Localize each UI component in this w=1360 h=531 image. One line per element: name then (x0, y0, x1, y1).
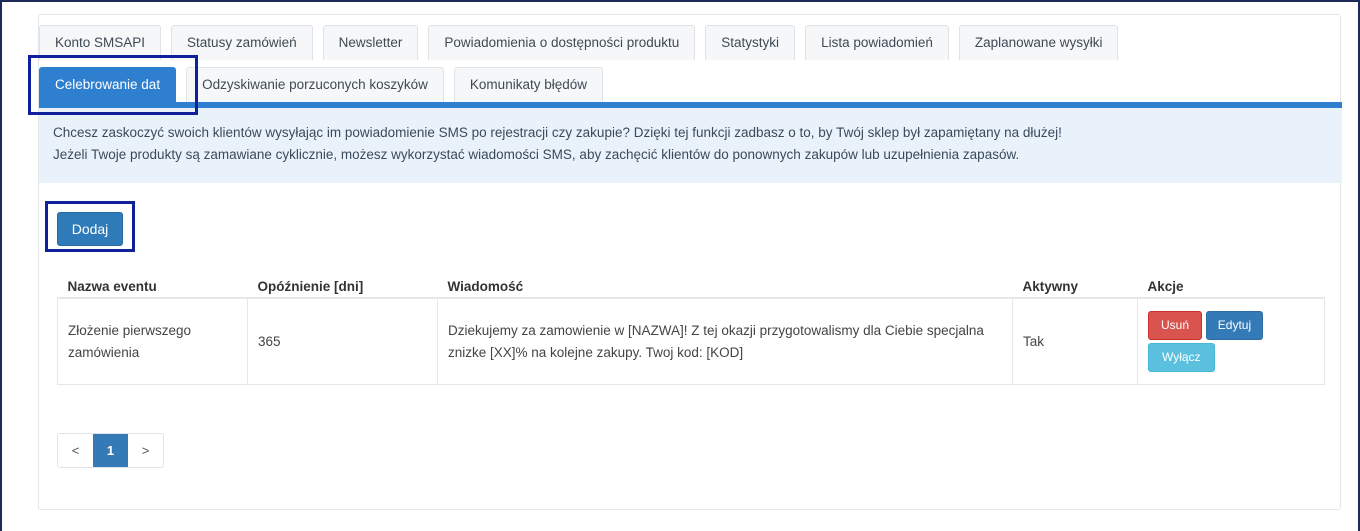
tab-powiadomienia-dostepnosc[interactable]: Powiadomienia o dostępności produktu (428, 25, 696, 60)
tab-newsletter[interactable]: Newsletter (322, 25, 419, 60)
column-header-active: Aktywny (1012, 277, 1138, 299)
delete-button[interactable]: Usuń (1148, 311, 1203, 340)
edit-button[interactable]: Edytuj (1205, 311, 1264, 340)
info-line-1: Chcesz zaskoczyć swoich klientów wysyłaj… (53, 125, 1062, 140)
table-header-row: Nazwa eventu Opóźnienie [dni] Wiadomość … (57, 277, 1325, 299)
column-header-name: Nazwa eventu (57, 277, 248, 299)
pagination-page-current[interactable]: 1 (93, 434, 128, 467)
tab-lista-powiadomien[interactable]: Lista powiadomień (805, 25, 949, 60)
event-delay-cell: 365 (247, 297, 438, 385)
events-table: Nazwa eventu Opóźnienie [dni] Wiadomość … (57, 277, 1325, 385)
tab-zaplanowane-wysylki[interactable]: Zaplanowane wysyłki (958, 25, 1119, 60)
tab-statystyki[interactable]: Statystyki (705, 25, 796, 60)
settings-panel: Konto SMSAPI Statusy zamówień Newsletter… (38, 14, 1342, 510)
pagination-next[interactable]: > (128, 434, 163, 467)
disable-button[interactable]: Wyłącz (1148, 343, 1215, 372)
tab-celebrowanie-dat[interactable]: Celebrowanie dat (39, 67, 177, 102)
info-line-2: Jeżeli Twoje produkty są zamawiane cykli… (53, 147, 1020, 162)
tab-komunikaty-bledow[interactable]: Komunikaty błędów (453, 67, 603, 102)
event-active-cell: Tak (1012, 297, 1138, 385)
column-header-message: Wiadomość (437, 277, 1013, 299)
event-actions-cell: Usuń Edytuj Wyłącz (1137, 297, 1325, 385)
pagination-prev[interactable]: < (58, 434, 93, 467)
tab-konto-smsapi[interactable]: Konto SMSAPI (39, 25, 162, 60)
tab-row-2: Celebrowanie dat Odzyskiwanie porzuconyc… (39, 67, 613, 102)
event-message-cell: Dziekujemy za zamowienie w [NAZWA]! Z te… (437, 297, 1013, 385)
tab-row-1: Konto SMSAPI Statusy zamówień Newsletter… (39, 25, 1128, 60)
pagination: < 1 > (57, 433, 164, 468)
event-name-cell: Złożenie pierwszego zamówienia (57, 297, 248, 385)
column-header-delay: Opóźnienie [dni] (247, 277, 438, 299)
table-row: Złożenie pierwszego zamówienia 365 Dziek… (57, 297, 1325, 385)
add-button[interactable]: Dodaj (57, 212, 123, 246)
tab-odzyskiwanie-koszykow[interactable]: Odzyskiwanie porzuconych koszyków (186, 67, 444, 102)
info-banner: Chcesz zaskoczyć swoich klientów wysyłaj… (39, 108, 1342, 183)
tab-statusy-zamowien[interactable]: Statusy zamówień (171, 25, 313, 60)
column-header-actions: Akcje (1137, 277, 1325, 299)
